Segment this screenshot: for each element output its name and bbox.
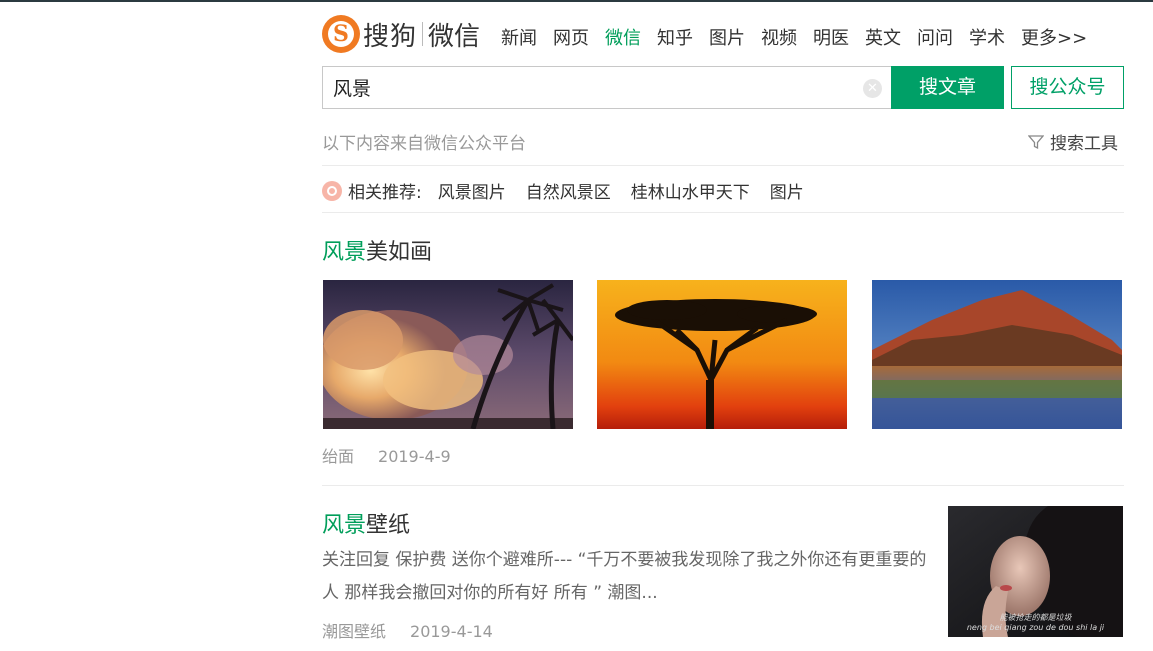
related-item[interactable]: 自然风景区 xyxy=(526,178,611,203)
nav-images[interactable]: 图片 xyxy=(709,24,745,50)
source-note: 以下内容来自微信公众平台 xyxy=(322,134,526,154)
result-meta: 绐面 2019-4-9 xyxy=(322,443,451,467)
title-rest: 美如画 xyxy=(366,240,433,265)
nav-news[interactable]: 新闻 xyxy=(501,24,537,50)
logo-name: 搜狗 xyxy=(363,21,418,52)
search-tools-button[interactable]: 搜索工具 xyxy=(1028,129,1118,154)
related-item[interactable]: 风景图片 xyxy=(438,178,506,203)
nav-wenwen[interactable]: 问问 xyxy=(917,24,953,50)
result-title[interactable]: 风景壁纸 xyxy=(322,507,410,539)
result-source[interactable]: 潮图壁纸 xyxy=(322,622,386,641)
clear-icon[interactable]: ✕ xyxy=(863,79,882,98)
title-highlight: 风景 xyxy=(322,240,367,265)
related-label: 相关推荐: xyxy=(348,183,422,203)
related-item[interactable]: 桂林山水甲天下 xyxy=(631,178,750,203)
divider xyxy=(322,165,1124,166)
image-caption: neng bei qiang zou de dou shi la ji xyxy=(966,623,1105,632)
result-thumbnail-mountain-lake[interactable] xyxy=(872,280,1122,429)
result-thumbnail-portrait[interactable]: 能被抢走的都是垃圾 neng bei qiang zou de dou shi … xyxy=(948,506,1123,637)
nav-scholar[interactable]: 学术 xyxy=(969,24,1005,50)
related-recommendations: 相关推荐: 风景图片 自然风景区 桂林山水甲天下 图片 xyxy=(322,178,824,203)
top-border xyxy=(0,0,1153,2)
nav-zhihu[interactable]: 知乎 xyxy=(657,24,693,50)
sogou-logo[interactable]: S 搜狗 微信 xyxy=(322,14,480,54)
nav-video[interactable]: 视频 xyxy=(761,24,797,50)
result-thumbnail-clouds-palms[interactable] xyxy=(323,280,573,429)
title-highlight: 风景 xyxy=(322,513,367,538)
related-item[interactable]: 图片 xyxy=(770,178,804,203)
result-date: 2019-4-9 xyxy=(378,447,451,466)
result-snippet: 关注回复 保护费 送你个避难所--- “千万不要被我发现除了我之外你还有更重要的… xyxy=(322,550,927,603)
result-thumbnail-acacia-sunset[interactable] xyxy=(597,280,847,429)
result-source[interactable]: 绐面 xyxy=(322,447,354,466)
nav-weixin[interactable]: 微信 xyxy=(605,24,641,50)
result-meta: 潮图壁纸 2019-4-14 xyxy=(322,618,493,642)
nav-english[interactable]: 英文 xyxy=(865,24,901,50)
search-accounts-button[interactable]: 搜公众号 xyxy=(1011,66,1124,109)
search-tools-label: 搜索工具 xyxy=(1050,134,1118,154)
sogou-logo-icon: S xyxy=(322,15,360,53)
divider xyxy=(322,485,1124,486)
search-box: ✕ xyxy=(322,66,892,109)
nav-web[interactable]: 网页 xyxy=(553,24,589,50)
result-title[interactable]: 风景美如画 xyxy=(322,234,432,266)
logo-product: 微信 xyxy=(428,21,481,52)
divider xyxy=(322,212,1124,213)
result-date: 2019-4-14 xyxy=(410,622,493,641)
search-articles-button[interactable]: 搜文章 xyxy=(891,66,1004,109)
nav-mingyi[interactable]: 明医 xyxy=(813,24,849,50)
search-suggest-icon xyxy=(322,180,342,201)
filter-icon xyxy=(1028,134,1044,149)
search-input[interactable] xyxy=(323,67,843,108)
image-caption: 能被抢走的都是垃圾 xyxy=(999,613,1072,622)
logo-separator xyxy=(422,22,424,46)
nav-more[interactable]: 更多>> xyxy=(1021,24,1087,50)
top-nav: 新闻 网页 微信 知乎 图片 视频 明医 英文 问问 学术 更多>> xyxy=(501,24,1103,50)
title-rest: 壁纸 xyxy=(366,513,411,538)
